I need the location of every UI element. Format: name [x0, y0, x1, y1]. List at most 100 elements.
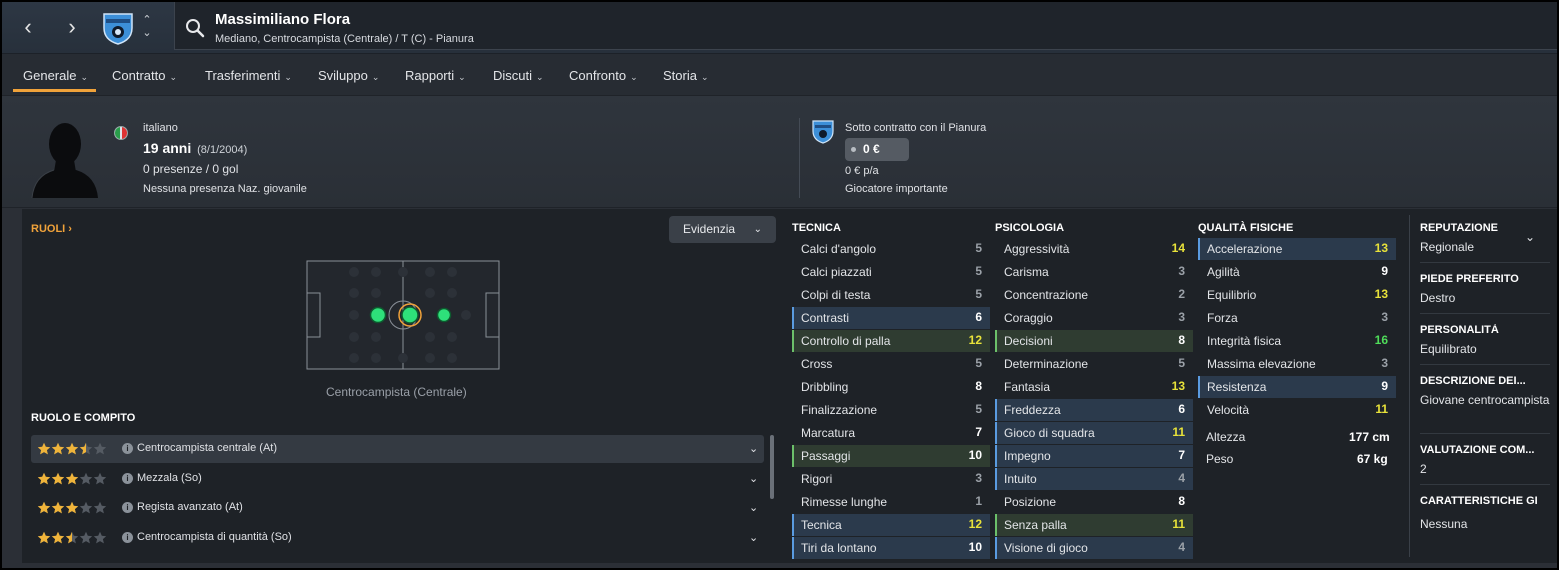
weight-label: Peso: [1206, 452, 1234, 466]
attribute-row[interactable]: Aggressività 14: [995, 238, 1193, 260]
attribute-row[interactable]: Intuito 4: [995, 468, 1193, 490]
traits-label: CARATTERISTICHE GI: [1420, 495, 1538, 507]
attribute-name: Senza palla: [1004, 518, 1067, 532]
contract-status: Sotto contratto con il Pianura: [845, 122, 987, 134]
attribute-row[interactable]: Rimesse lunghe 1: [792, 491, 990, 513]
attribute-value: 9: [1381, 264, 1388, 278]
attribute-row[interactable]: Freddezza 6: [995, 399, 1193, 421]
attribute-row[interactable]: Marcatura 7: [792, 422, 990, 444]
star-icon: [51, 501, 65, 514]
attribute-row[interactable]: Finalizzazione 5: [792, 399, 990, 421]
attribute-row[interactable]: Determinazione 5: [995, 353, 1193, 375]
attribute-row[interactable]: Decisioni 8: [995, 330, 1193, 352]
attribute-name: Accelerazione: [1207, 242, 1283, 256]
divider: [1420, 364, 1550, 365]
tab-contratto[interactable]: Contratto ⌄: [112, 68, 177, 83]
attribute-value: 13: [1374, 287, 1388, 301]
attribute-row[interactable]: Equilibrio 13: [1198, 284, 1396, 306]
chevron-down-icon[interactable]: ⌄: [749, 531, 758, 544]
tab-rapporti[interactable]: Rapporti ⌄: [405, 68, 466, 83]
search-icon[interactable]: [185, 18, 205, 38]
attribute-row[interactable]: Passaggi 10: [792, 445, 990, 467]
tab-discuti[interactable]: Discuti ⌄: [493, 68, 544, 83]
attribute-row[interactable]: Colpi di testa 5: [792, 284, 990, 306]
club-crest-icon[interactable]: [100, 10, 136, 46]
tab-sviluppo[interactable]: Sviluppo ⌄: [318, 68, 379, 83]
info-icon[interactable]: i: [122, 473, 133, 484]
attribute-name: Calci d'angolo: [801, 242, 877, 256]
chevron-down-icon[interactable]: ⌄: [749, 501, 758, 514]
attribute-row[interactable]: Forza 3: [1198, 307, 1396, 329]
attribute-row[interactable]: Tecnica 12: [792, 514, 990, 536]
star-icon: [37, 442, 51, 455]
player-positions: Mediano, Centrocampista (Centrale) / T (…: [215, 33, 474, 45]
attribute-value: 3: [1178, 264, 1185, 278]
club-crest-icon[interactable]: [810, 118, 836, 144]
tab-label: Contratto: [112, 68, 166, 83]
attribute-row[interactable]: Dribbling 8: [792, 376, 990, 398]
forward-button[interactable]: ›: [60, 14, 84, 40]
attribute-row[interactable]: Rigori 3: [792, 468, 990, 490]
role-row[interactable]: i Mezzala (So) ⌄: [31, 465, 764, 493]
attribute-name: Rimesse lunghe: [801, 495, 888, 509]
attribute-name: Impegno: [1004, 449, 1051, 463]
attribute-name: Cross: [801, 357, 833, 371]
psicologia-heading: PSICOLOGIA: [995, 222, 1065, 234]
star-icon: [79, 531, 93, 544]
attribute-row[interactable]: Resistenza 9: [1198, 376, 1396, 398]
role-row[interactable]: i Centrocampista di quantità (So) ⌄: [31, 524, 764, 552]
attribute-row[interactable]: Concentrazione 2: [995, 284, 1193, 306]
attribute-row[interactable]: Agilità 9: [1198, 261, 1396, 283]
attribute-name: Forza: [1207, 311, 1238, 325]
wage-badge[interactable]: 0 €: [845, 138, 909, 161]
attribute-value: 13: [1171, 379, 1185, 393]
chevron-down-icon[interactable]: ⌄: [749, 442, 758, 455]
attribute-row[interactable]: Posizione 8: [995, 491, 1193, 513]
attribute-row[interactable]: Calci piazzati 5: [792, 261, 990, 283]
tab-label: Trasferimenti: [205, 68, 281, 83]
attribute-row[interactable]: Calci d'angolo 5: [792, 238, 990, 260]
chevron-down-icon[interactable]: ⌄: [140, 27, 154, 40]
info-icon[interactable]: i: [122, 502, 133, 513]
back-button[interactable]: ‹: [16, 14, 40, 40]
tab-trasferimenti[interactable]: Trasferimenti ⌄: [205, 68, 292, 83]
attribute-value: 14: [1171, 241, 1185, 255]
traits-value: Nessuna: [1420, 517, 1468, 531]
tab-confronto[interactable]: Confronto ⌄: [569, 68, 638, 83]
attribute-row[interactable]: Massima elevazione 3: [1198, 353, 1396, 375]
attribute-row[interactable]: Accelerazione 13: [1198, 238, 1396, 260]
attribute-name: Determinazione: [1004, 357, 1089, 371]
fisiche-heading: QUALITÀ FISICHE: [1198, 222, 1294, 234]
info-icon[interactable]: i: [122, 443, 133, 454]
attribute-name: Marcatura: [801, 426, 856, 440]
attribute-row[interactable]: Gioco di squadra 11: [995, 422, 1193, 444]
star-icon: [79, 472, 93, 485]
attribute-row[interactable]: Cross 5: [792, 353, 990, 375]
tab-generale[interactable]: Generale ⌄: [12, 68, 97, 92]
attribute-row[interactable]: Fantasia 13: [995, 376, 1193, 398]
attribute-row[interactable]: Contrasti 6: [792, 307, 990, 329]
attribute-row[interactable]: Controllo di palla 12: [792, 330, 990, 352]
title-box: Massimiliano Flora Mediano, Centrocampis…: [174, 2, 1557, 50]
role-row[interactable]: i Centrocampista centrale (At) ⌄: [31, 435, 764, 463]
attribute-row[interactable]: Tiri da lontano 10: [792, 537, 990, 559]
roles-link[interactable]: RUOLI ›: [31, 223, 72, 235]
attribute-row[interactable]: Impegno 7: [995, 445, 1193, 467]
attribute-name: Integrità fisica: [1207, 334, 1282, 348]
attribute-row[interactable]: Integrità fisica 16: [1198, 330, 1396, 352]
attribute-row[interactable]: Carisma 3: [995, 261, 1193, 283]
role-row[interactable]: i Regista avanzato (At) ⌄: [31, 494, 764, 522]
tab-storia[interactable]: Storia ⌄: [663, 68, 709, 83]
tab-label: Rapporti: [405, 68, 455, 83]
attribute-row[interactable]: Velocità 11: [1198, 399, 1396, 421]
divider: [1420, 313, 1550, 314]
attribute-row[interactable]: Visione di gioco 4: [995, 537, 1193, 559]
player-switcher[interactable]: ⌃ ⌄: [140, 14, 154, 42]
chevron-up-icon[interactable]: ⌃: [140, 14, 154, 27]
chevron-down-icon[interactable]: ⌄: [749, 472, 758, 485]
attribute-row[interactable]: Coraggio 3: [995, 307, 1193, 329]
highlight-dropdown[interactable]: Evidenzia ⌄: [669, 216, 776, 243]
attribute-row[interactable]: Senza palla 11: [995, 514, 1193, 536]
info-icon[interactable]: i: [122, 532, 133, 543]
roles-scrollbar[interactable]: [770, 435, 774, 499]
